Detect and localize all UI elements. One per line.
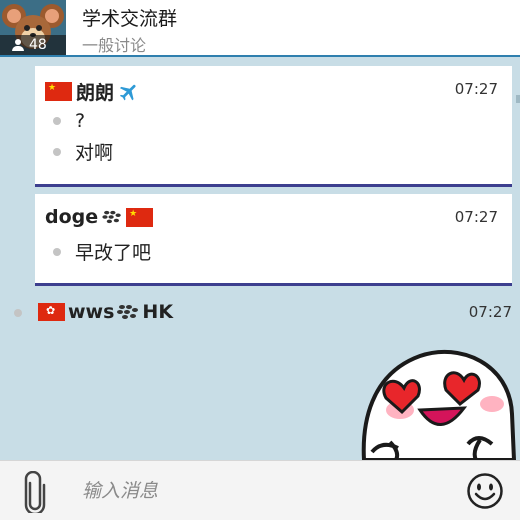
message-text: ?: [75, 110, 86, 132]
message-row[interactable]: ✿ wws HK 07:27: [14, 301, 512, 325]
message-text: 早改了吧: [75, 242, 152, 264]
message-time: 07:27: [454, 208, 498, 226]
message-text: 对啊: [75, 142, 114, 164]
message-sender: ✿ wws HK: [38, 301, 173, 323]
member-icon: [12, 39, 24, 51]
message-line: 对啊: [53, 138, 113, 165]
airplane-icon: [119, 84, 136, 100]
composer-bar: [0, 460, 520, 520]
china-flag-icon: ★: [126, 207, 154, 227]
hong-kong-flag-icon: ✿: [38, 303, 65, 321]
group-subtitle: 一般讨论: [82, 36, 147, 55]
bbm-icon: [102, 210, 121, 224]
status-dot: [53, 117, 61, 125]
sender-name: wws: [68, 301, 115, 323]
member-count-badge: 48: [0, 35, 66, 55]
sender-name: doge: [45, 206, 99, 228]
group-title: 学术交流群: [82, 8, 178, 30]
smiley-icon[interactable]: [466, 472, 504, 510]
attachment-clip-icon[interactable]: [22, 471, 48, 513]
china-flag-icon: ★: [45, 82, 72, 101]
message-input[interactable]: [70, 473, 450, 509]
message-line: ?: [53, 110, 85, 132]
scroll-indicator[interactable]: [516, 95, 520, 103]
heart-eyes-sticker[interactable]: [360, 344, 520, 460]
member-count: 48: [29, 37, 47, 53]
sender-name: 朗朗: [76, 82, 115, 104]
message-time: 07:27: [468, 303, 512, 321]
status-dot: [53, 147, 61, 156]
sender-region: HK: [142, 301, 174, 323]
message-time: 07:27: [454, 80, 498, 98]
bbm-icon: [117, 305, 139, 319]
status-dot: [14, 309, 22, 317]
message-card[interactable]: doge ★ 07:27 早改了吧: [35, 194, 512, 286]
message-card[interactable]: ★ 朗朗 07:27 ? 对啊: [35, 66, 512, 187]
chat-header: 48 学术交流群 一般讨论: [0, 0, 520, 57]
status-dot: [53, 247, 61, 256]
message-sender: ★ 朗朗: [45, 78, 140, 105]
group-avatar[interactable]: 48: [0, 0, 66, 55]
message-line: 早改了吧: [53, 238, 151, 265]
message-sender: doge ★: [45, 206, 154, 228]
